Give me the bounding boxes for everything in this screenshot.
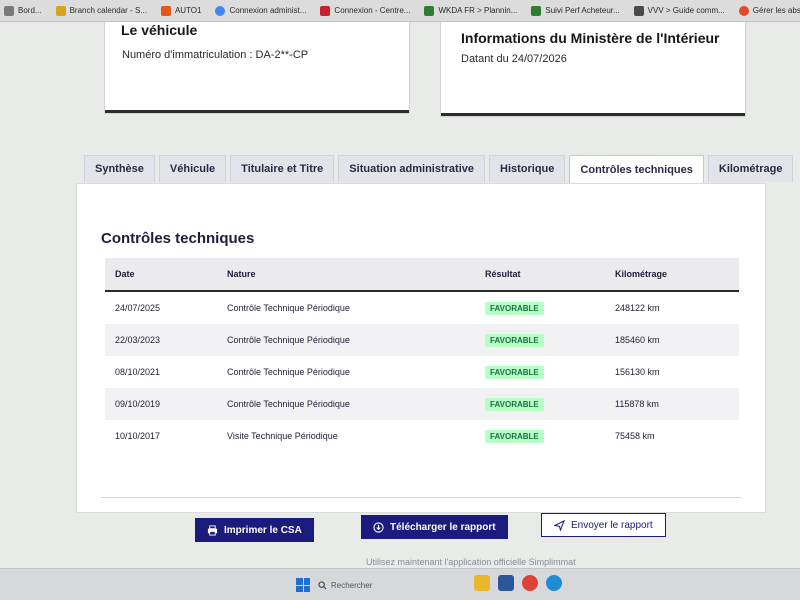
row-date: 10/10/2017 [115, 431, 161, 441]
row-date: 09/10/2019 [115, 399, 161, 409]
row-result: FAVORABLE [485, 429, 615, 443]
row-nature: Contrôle Technique Périodique [227, 303, 350, 313]
card-divider [105, 110, 409, 113]
tab-bar: Synthèse Véhicule Titulaire et Titre Sit… [84, 155, 794, 184]
bookmark-0[interactable]: Bord... [4, 5, 42, 16]
bookmark-4[interactable]: Connexion - Centre... [320, 5, 410, 16]
row-result: FAVORABLE [485, 301, 615, 315]
ministry-card: Informations du Ministère de l'Intérieur… [440, 22, 746, 117]
registration-number: Numéro d'immatriculation : DA-2**-CP [122, 49, 309, 61]
row-date: 08/10/2021 [115, 367, 161, 377]
table-header: Date Nature Résultat Kilométrage [105, 258, 739, 292]
send-report-label: Envoyer le rapport [571, 519, 653, 531]
auto1-icon [160, 5, 171, 16]
taskbar-search[interactable]: Rechercher [318, 575, 438, 595]
controles-table: Date Nature Résultat Kilométrage 24/07/2… [105, 258, 739, 452]
panel-divider [101, 497, 741, 498]
row-result: FAVORABLE [485, 333, 615, 347]
row-km: 156130 km [615, 367, 660, 377]
ministry-title: Informations du Ministère de l'Intérieur [461, 30, 720, 46]
table-row: 22/03/2023 Contrôle Technique Périodique… [105, 324, 739, 356]
tab-kilometrage[interactable]: Kilométrage [707, 155, 794, 182]
file-explorer-icon[interactable] [474, 575, 490, 591]
bookmark-8[interactable]: Gérer les absences -... [738, 5, 800, 16]
row-result: FAVORABLE [485, 365, 615, 379]
result-badge: FAVORABLE [485, 301, 544, 315]
bookmark-3[interactable]: Connexion administ... [215, 5, 306, 16]
print-csa-label: Imprimer le CSA [224, 524, 302, 536]
edge-icon[interactable] [546, 575, 562, 591]
result-badge: FAVORABLE [485, 397, 544, 411]
vehicle-card: Le véhicule Numéro d'immatriculation : D… [104, 22, 410, 114]
result-badge: FAVORABLE [485, 429, 544, 443]
simplimmat-promo[interactable]: Utilisez maintenant l'application offici… [366, 557, 576, 567]
bookmark-1[interactable]: Branch calendar - S... [55, 5, 147, 16]
column-header-nature: Nature [227, 269, 256, 279]
table-row: 09/10/2019 Contrôle Technique Périodique… [105, 388, 739, 420]
row-nature: Contrôle Technique Périodique [227, 367, 350, 377]
row-km: 75458 km [615, 431, 655, 441]
windows-start-icon[interactable] [296, 578, 310, 592]
chrome-icon[interactable] [522, 575, 538, 591]
send-icon [554, 519, 565, 531]
tab-titulaire[interactable]: Titulaire et Titre [230, 155, 335, 182]
ministry-date: Datant du 24/07/2026 [461, 53, 567, 65]
table-row: 08/10/2021 Contrôle Technique Périodique… [105, 356, 739, 388]
card-divider [441, 113, 745, 116]
calendar-icon [55, 5, 66, 16]
row-result: FAVORABLE [485, 397, 615, 411]
site-icon [320, 5, 331, 16]
tab-situation-administrative[interactable]: Situation administrative [338, 155, 485, 182]
google-icon [215, 5, 226, 16]
sheet-icon [424, 5, 435, 16]
row-km: 248122 km [615, 303, 660, 313]
send-report-button[interactable]: Envoyer le rapport [541, 513, 666, 537]
download-report-button[interactable]: Télécharger le rapport [361, 515, 508, 539]
doc-icon [633, 5, 644, 16]
store-icon[interactable] [498, 575, 514, 591]
result-badge: FAVORABLE [485, 365, 544, 379]
bookmark-2[interactable]: AUTO1 [160, 5, 201, 16]
section-title: Contrôles techniques [101, 230, 255, 247]
tab-historique[interactable]: Historique [489, 155, 566, 182]
tab-controles-techniques[interactable]: Contrôles techniques [569, 155, 704, 184]
search-icon [318, 580, 327, 589]
table-row: 10/10/2017 Visite Technique Périodique F… [105, 420, 739, 452]
bookmark-6[interactable]: Suivi Perf Acheteur... [531, 5, 620, 16]
absence-icon [738, 5, 749, 16]
row-date: 24/07/2025 [115, 303, 161, 313]
row-nature: Contrôle Technique Périodique [227, 335, 350, 345]
tab-vehicule[interactable]: Véhicule [158, 155, 227, 182]
vehicle-title: Le véhicule [121, 22, 198, 38]
bookmark-icon [4, 5, 14, 16]
bookmarks-bar: Bord... Branch calendar - S... AUTO1 Con… [0, 0, 800, 22]
row-km: 185460 km [615, 335, 660, 345]
search-placeholder: Rechercher [331, 580, 373, 590]
table-row: 24/07/2025 Contrôle Technique Périodique… [105, 292, 739, 324]
bookmark-7[interactable]: VVV > Guide comm... [633, 5, 725, 16]
column-header-resultat: Résultat [485, 269, 521, 279]
row-km: 115878 km [615, 399, 659, 409]
tab-synthese[interactable]: Synthèse [84, 155, 155, 182]
result-badge: FAVORABLE [485, 333, 544, 347]
column-header-date: Date [115, 269, 135, 279]
sheet-icon [531, 5, 542, 16]
print-csa-button[interactable]: Imprimer le CSA [195, 518, 314, 542]
download-report-label: Télécharger le rapport [390, 521, 496, 533]
windows-taskbar: Rechercher [0, 568, 800, 600]
column-header-kilometrage: Kilométrage [615, 269, 668, 279]
printer-icon [207, 524, 218, 536]
controles-panel: Contrôles techniques Date Nature Résulta… [76, 183, 766, 513]
row-date: 22/03/2023 [115, 335, 161, 345]
download-icon [373, 521, 384, 533]
row-nature: Visite Technique Périodique [227, 431, 338, 441]
bookmark-5[interactable]: WKDA FR > Plannin... [424, 5, 517, 16]
row-nature: Contrôle Technique Périodique [227, 399, 350, 409]
